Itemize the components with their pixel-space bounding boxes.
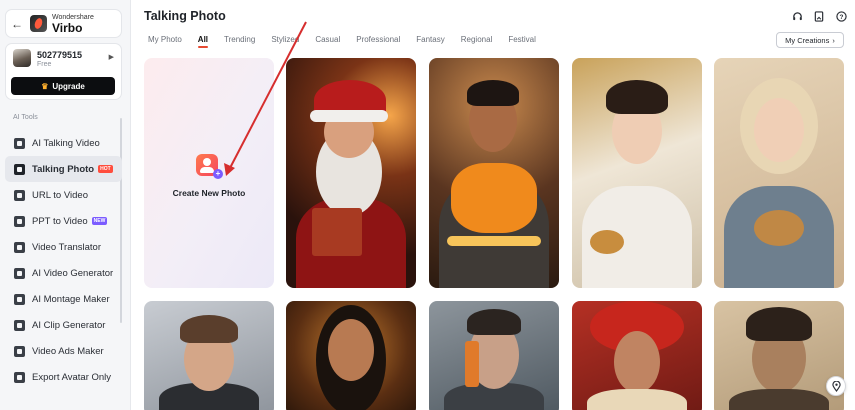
avatar-card-young-man[interactable] — [572, 58, 702, 288]
tab-casual[interactable]: Casual — [315, 35, 340, 48]
bookmark-icon[interactable] — [813, 10, 825, 22]
sidebar-item-label: Talking Photo — [32, 163, 95, 175]
header-icons: ? — [791, 10, 847, 22]
sidebar-item-export-avatar-only[interactable]: Export Avatar Only — [5, 364, 122, 390]
new-badge: NEW — [91, 217, 108, 225]
user-id: 502779515 — [37, 50, 83, 60]
figure-body — [587, 389, 687, 410]
sidebar-item-video-ads-maker[interactable]: Video Ads Maker — [5, 338, 122, 364]
user-plan: Free — [37, 61, 52, 68]
avatar[interactable] — [13, 49, 31, 67]
tool-list: AI Talking Video Talking Photo HOT URL t… — [5, 130, 122, 390]
sidebar: ← Wondershare Virbo 502779515 Free ▶ ♛ U… — [0, 0, 131, 410]
video-generator-icon — [14, 267, 25, 279]
category-tabs: My Photo All Trending Stylized Casual Pr… — [148, 35, 552, 48]
location-pin-icon[interactable] — [826, 376, 846, 396]
crown-icon: ♛ — [41, 81, 49, 91]
tab-professional[interactable]: Professional — [356, 35, 400, 48]
create-new-photo-label: Create New Photo — [172, 188, 246, 198]
figure-hair — [467, 80, 519, 106]
avatar-card-blonde-woman[interactable] — [714, 58, 844, 288]
avatar-card-woman-dark-hair[interactable] — [286, 301, 416, 410]
create-new-photo-card[interactable]: + Create New Photo — [144, 58, 274, 288]
tab-stylized[interactable]: Stylized — [271, 35, 299, 48]
avatar-card-vintage-man[interactable] — [714, 301, 844, 410]
svg-text:?: ? — [839, 13, 843, 20]
sidebar-item-ai-montage-maker[interactable]: AI Montage Maker — [5, 286, 122, 312]
tab-trending[interactable]: Trending — [224, 35, 255, 48]
hat-trim — [310, 110, 388, 122]
sidebar-item-label: AI Talking Video — [32, 137, 100, 149]
avatar-card-man-street[interactable] — [144, 301, 274, 410]
sidebar-item-label: Video Translator — [32, 241, 102, 253]
brand-sub: Wondershare — [52, 13, 94, 21]
sidebar-item-label: PPT to Video — [32, 215, 88, 227]
mooncake — [754, 210, 804, 246]
sidebar-item-label: URL to Video — [32, 189, 88, 201]
mooncake — [590, 230, 624, 254]
orange-face-paint — [465, 341, 479, 387]
figure-hair — [467, 309, 521, 335]
back-arrow-icon[interactable]: ← — [6, 10, 28, 37]
brand-bar: ← Wondershare Virbo — [5, 9, 122, 38]
account-chevron-icon[interactable]: ▶ — [109, 53, 114, 61]
my-creations-button[interactable]: My Creations › — [776, 32, 844, 48]
chevron-right-icon: › — [832, 35, 835, 45]
tab-regional[interactable]: Regional — [461, 35, 493, 48]
sidebar-item-ai-talking-video[interactable]: AI Talking Video — [5, 130, 122, 156]
sidebar-item-video-translator[interactable]: Video Translator — [5, 234, 122, 260]
account-card: 502779515 Free ▶ ♛ Upgrade — [5, 43, 122, 100]
figure-face — [754, 98, 804, 162]
figure-hair — [180, 315, 238, 343]
upgrade-label: Upgrade — [52, 81, 85, 91]
ppt-icon — [14, 215, 25, 227]
virbo-logo-icon — [30, 15, 47, 32]
tab-all[interactable]: All — [197, 35, 209, 48]
translator-icon — [14, 241, 25, 253]
figure-hair — [746, 307, 812, 341]
help-icon[interactable]: ? — [835, 10, 847, 22]
ai-tools-label: AI Tools — [13, 114, 38, 121]
ads-icon — [14, 345, 25, 357]
upgrade-button[interactable]: ♛ Upgrade — [11, 77, 115, 95]
headset-icon[interactable] — [791, 10, 803, 22]
sidebar-item-url-to-video[interactable]: URL to Video — [5, 182, 122, 208]
sidebar-item-label: Export Avatar Only — [32, 371, 112, 383]
diya-lamps — [447, 236, 541, 246]
url-icon — [14, 189, 25, 201]
sidebar-item-label: Video Ads Maker — [32, 345, 104, 357]
plus-icon: + — [213, 169, 223, 179]
figure-face — [328, 319, 374, 381]
montage-icon — [14, 293, 25, 305]
hot-badge: HOT — [98, 165, 113, 173]
sidebar-item-talking-photo[interactable]: Talking Photo HOT — [5, 156, 122, 182]
clip-icon — [14, 319, 25, 331]
sidebar-item-ai-video-generator[interactable]: AI Video Generator — [5, 260, 122, 286]
brand-name: Virbo — [52, 20, 83, 35]
my-creations-label: My Creations — [785, 35, 830, 45]
gift-box — [312, 208, 362, 256]
export-icon — [14, 371, 25, 383]
talking-video-icon — [14, 137, 25, 149]
avatar-card-woman-headscarf[interactable] — [572, 301, 702, 410]
marigold-garland — [451, 163, 537, 233]
figure-body — [729, 389, 829, 410]
tab-festival[interactable]: Festival — [508, 35, 536, 48]
figure-hair — [606, 80, 668, 114]
figure-face — [614, 331, 660, 393]
sidebar-item-ai-clip-generator[interactable]: AI Clip Generator — [5, 312, 122, 338]
tab-my-photo[interactable]: My Photo — [148, 35, 182, 48]
avatar-card-santa[interactable] — [286, 58, 416, 288]
tab-fantasy[interactable]: Fantasy — [416, 35, 444, 48]
talking-photo-icon — [14, 163, 25, 175]
sidebar-item-label: AI Video Generator — [32, 267, 114, 279]
avatar-card-festival-man[interactable] — [429, 58, 559, 288]
sidebar-item-ppt-to-video[interactable]: PPT to Video NEW — [5, 208, 122, 234]
avatar-card-cyber-man[interactable] — [429, 301, 559, 410]
brand-text: Wondershare Virbo — [52, 14, 94, 34]
sidebar-item-label: AI Montage Maker — [32, 293, 110, 305]
page-title: Talking Photo — [144, 9, 226, 23]
sidebar-item-label: AI Clip Generator — [32, 319, 106, 331]
